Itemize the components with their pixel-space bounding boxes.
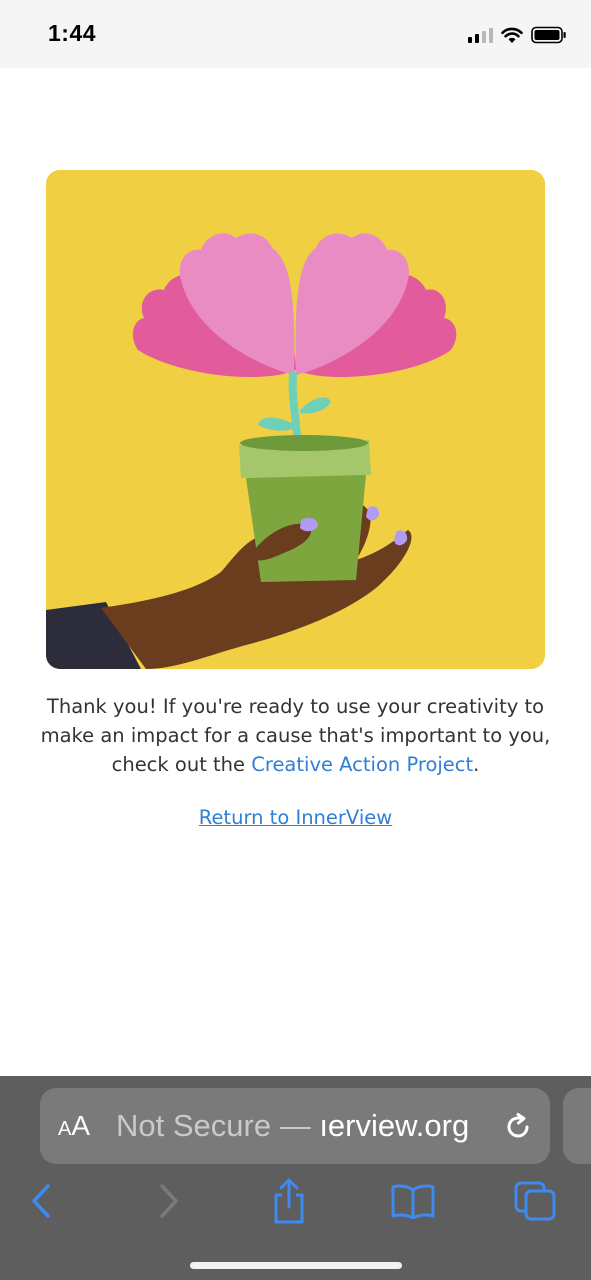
message-end: . (473, 753, 480, 776)
creative-action-project-link[interactable]: Creative Action Project (251, 753, 473, 776)
forward-button[interactable] (144, 1176, 194, 1226)
thank-you-message: Thank you! If you're ready to use your c… (20, 692, 571, 779)
text-size-button[interactable]: AA (58, 1110, 90, 1142)
wifi-icon (501, 27, 523, 43)
security-status: Not Secure — (116, 1108, 320, 1143)
back-icon (32, 1184, 50, 1218)
tabs-icon (514, 1181, 556, 1221)
bookmarks-button[interactable] (388, 1176, 438, 1226)
address-bar[interactable]: AA Not Secure — ıerview.org (40, 1088, 550, 1164)
url-domain: ıerview.org (319, 1108, 470, 1143)
share-button[interactable] (264, 1176, 314, 1226)
text-size-small-label: A (58, 1118, 72, 1140)
forward-icon (160, 1184, 178, 1218)
status-time: 1:44 (48, 20, 97, 46)
status-bar: 1:44 (0, 0, 591, 68)
next-tab-preview[interactable] (563, 1088, 591, 1164)
text-size-big-label: A (71, 1110, 91, 1141)
signal-icon (468, 27, 493, 43)
return-to-innerview-link[interactable]: Return to InnerView (0, 806, 591, 829)
battery-icon (531, 26, 566, 44)
browser-toolbar: AA Not Secure — ıerview.org (0, 1076, 591, 1280)
flower-pot-illustration (46, 170, 545, 669)
tabs-button[interactable] (510, 1176, 560, 1226)
url-text[interactable]: Not Secure — ıerview.org (116, 1108, 488, 1144)
bookmarks-icon (391, 1184, 435, 1219)
home-indicator[interactable] (190, 1262, 402, 1269)
back-button[interactable] (16, 1176, 66, 1226)
reload-icon[interactable] (502, 1110, 534, 1142)
status-icons (468, 24, 567, 46)
share-icon (274, 1178, 304, 1224)
